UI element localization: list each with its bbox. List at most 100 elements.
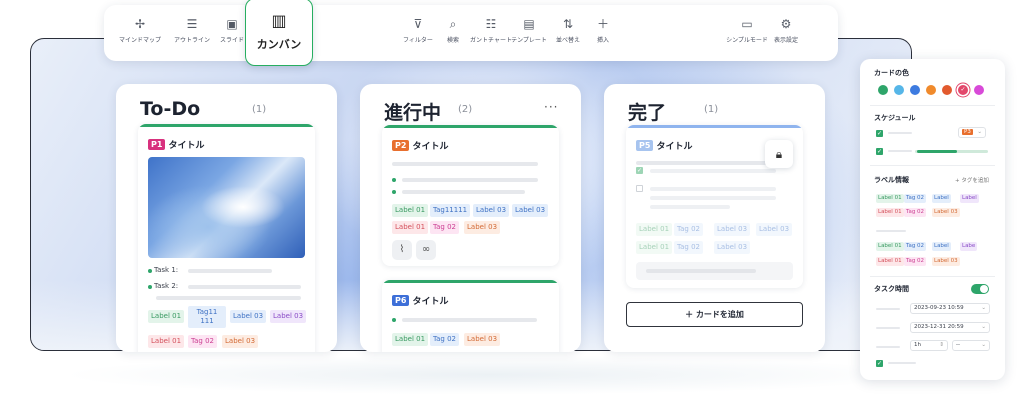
card-title-text: タイトル (412, 297, 449, 307)
tag[interactable]: Label 01 (392, 333, 429, 346)
duration-unit-select[interactable]: -- ⌄ (952, 340, 990, 351)
add-tag-button[interactable]: + タグを追加 (955, 176, 989, 184)
tag[interactable]: Tag11 111 (188, 306, 226, 328)
tag[interactable]: Label 03 (473, 204, 510, 217)
task-card[interactable]: P2 タイトル Label 01 Tag11111 Label 03 Label … (382, 125, 559, 266)
card-color-bar (138, 124, 315, 127)
tag[interactable]: Label 01 (392, 221, 429, 234)
color-swatch-light-blue[interactable] (894, 85, 904, 95)
card-color-bar (626, 125, 803, 128)
tag[interactable]: Label 03 (714, 223, 751, 236)
card-color-bar (382, 280, 559, 283)
task-card[interactable]: P1 タイトル Task 1: Task 2: Label 01 Tag11 11… (138, 124, 315, 352)
checked-checkbox[interactable]: ✓ (636, 167, 643, 174)
tag[interactable]: Tag 02 (430, 333, 459, 346)
link-icon[interactable]: ∞ (416, 240, 436, 260)
color-swatch-magenta[interactable] (974, 85, 984, 95)
tag[interactable]: Label (932, 194, 951, 203)
end-date-select[interactable]: 2023-12-31 20:59 ⌄ (910, 322, 990, 333)
color-swatch-orange[interactable] (926, 85, 936, 95)
card-settings-panel: カードの色 ✓ スケジュール ✓ P3 ⌄ ✓ ラベル情報 + タグを追加 La… (860, 59, 1005, 380)
toolbar-search-label: 検索 (446, 37, 459, 44)
column-todo: To-Do (1) P1 タイトル Task 1: Task 2: Label 0… (116, 84, 337, 352)
more-options-icon[interactable]: ··· (544, 100, 558, 114)
tag[interactable]: Label 01 (876, 194, 904, 203)
tag[interactable]: Label 01 (148, 310, 185, 323)
toolbar-slide-label: スライド (219, 37, 244, 44)
schedule-checkbox[interactable]: ✓ (876, 130, 883, 137)
placeholder-line (402, 190, 525, 194)
placeholder-line (402, 178, 538, 182)
chevron-down-icon: ⌄ (977, 129, 982, 135)
tag[interactable]: Label 03 (932, 257, 960, 266)
task-label: Task 2: (154, 282, 179, 290)
attachment-icon[interactable]: ⌇ (392, 240, 412, 260)
card-color-heading: カードの色 (874, 69, 909, 77)
tag[interactable]: Label 03 (512, 204, 549, 217)
tag[interactable]: Label 03 (756, 223, 793, 236)
color-swatch-red-orange[interactable] (942, 85, 952, 95)
add-card-button[interactable]: ＋ カードを追加 (626, 302, 803, 327)
color-swatch-green[interactable] (878, 85, 888, 95)
placeholder-line (188, 285, 301, 289)
task-dot (148, 285, 152, 289)
tag[interactable]: Label 01 (636, 223, 673, 236)
placeholder-line (156, 296, 301, 300)
tag[interactable]: Tag 02 (188, 335, 217, 348)
tag[interactable]: Tag 02 (430, 221, 459, 234)
tag[interactable]: Tag 02 (904, 257, 927, 266)
placeholder-line (876, 308, 900, 310)
view-toolbar: ✢ マインドマップ ☰ アウトライン ▣ スライド ⊽ フィルター ⌕ 検索 ☷… (104, 5, 838, 61)
tag[interactable]: Label 01 (148, 335, 185, 348)
stepper-icon: ⇕ (939, 342, 944, 348)
toolbar-mindmap[interactable]: ✢ マインドマップ (112, 17, 168, 44)
card-title-text: タイトル (656, 142, 693, 152)
tag[interactable]: Tag 02 (674, 223, 703, 236)
tag[interactable]: Label 03 (464, 221, 501, 234)
tag[interactable]: Tag 02 (904, 242, 927, 251)
divider (870, 105, 995, 106)
column-count: (1) (704, 104, 719, 115)
tag[interactable]: Label 03 (230, 310, 267, 323)
plus-icon: ＋ (596, 17, 609, 31)
toolbar-insert[interactable]: ＋ 挿入 (575, 17, 631, 44)
chevron-down-icon: ⌄ (981, 342, 986, 348)
schedule-checkbox[interactable]: ✓ (876, 148, 883, 155)
card-title: P1 タイトル (148, 138, 204, 151)
tag[interactable]: Tag 02 (904, 194, 927, 203)
tag[interactable]: Label 03 (222, 335, 259, 348)
column-title: 完了 (628, 102, 667, 124)
tag[interactable]: Label 01 (876, 242, 904, 251)
color-swatch-blue[interactable] (910, 85, 920, 95)
start-date-select[interactable]: 2023-09-23 10:59 ⌄ (910, 303, 990, 314)
tag[interactable]: Label 03 (932, 208, 960, 217)
lock-icon[interactable]: 🔒︎ (765, 140, 793, 168)
unchecked-checkbox[interactable] (636, 185, 643, 192)
tag[interactable]: Label 03 (464, 333, 501, 346)
tag[interactable]: Label 01 (876, 257, 904, 266)
placeholder-line (876, 346, 900, 348)
tag[interactable]: Label 03 (270, 310, 307, 323)
tag[interactable]: Label 03 (714, 241, 751, 254)
task-time-toggle[interactable] (971, 284, 989, 294)
duration-stepper[interactable]: 1h ⇕ (910, 340, 948, 351)
placeholder-line (650, 205, 730, 209)
tag[interactable]: Label 01 (392, 204, 429, 217)
tag[interactable]: Label (932, 242, 951, 251)
tag[interactable]: Tag 02 (904, 208, 927, 217)
tag[interactable]: Labe (960, 242, 978, 251)
tag[interactable]: Tag11111 (430, 204, 471, 217)
placeholder-line (888, 362, 916, 364)
toolbar-kanban[interactable]: ▥ カンバン (245, 0, 313, 66)
schedule-priority-select[interactable]: P3 ⌄ (958, 127, 986, 138)
task-time-checkbox[interactable]: ✓ (876, 360, 883, 367)
tag[interactable]: Tag 02 (674, 241, 703, 254)
color-swatch-pink-selected[interactable]: ✓ (958, 85, 968, 95)
card-cover-image (148, 157, 305, 258)
tag[interactable]: Label (960, 194, 979, 203)
toolbar-display-settings[interactable]: ⚙ 表示設定 (758, 17, 814, 44)
display-settings-icon: ⚙ (780, 17, 792, 31)
task-card[interactable]: P6 タイトル Label 01 Tag 02 Label 03 (382, 280, 559, 352)
tag[interactable]: Label 01 (636, 241, 673, 254)
tag[interactable]: Label 01 (876, 208, 904, 217)
